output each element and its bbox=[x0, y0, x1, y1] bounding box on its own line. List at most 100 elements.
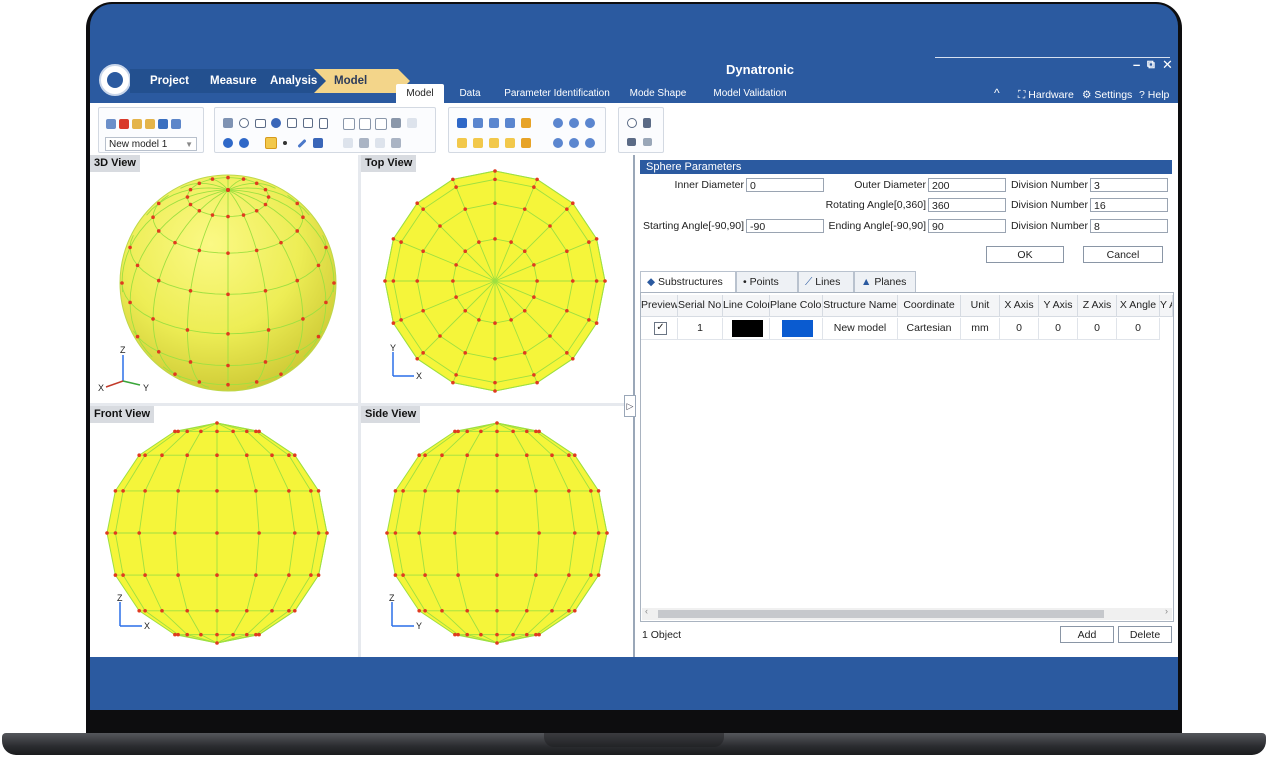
rotate-icon[interactable] bbox=[553, 138, 563, 148]
axes-icon[interactable] bbox=[643, 138, 652, 146]
scroll-thumb[interactable] bbox=[658, 610, 1104, 618]
select-tool-icon[interactable] bbox=[265, 137, 277, 149]
zoom-out-icon[interactable] bbox=[569, 118, 579, 128]
cell-coordinate[interactable]: Cartesian bbox=[898, 318, 961, 340]
import-icon[interactable] bbox=[145, 119, 155, 129]
circle-icon[interactable] bbox=[239, 118, 249, 128]
col-serial[interactable]: Serial No. bbox=[678, 295, 723, 317]
cell-y-axis[interactable]: 0 bbox=[1039, 318, 1078, 340]
tab-data[interactable]: Data bbox=[450, 84, 490, 104]
col-y-angle[interactable]: Y A bbox=[1160, 295, 1173, 317]
tab-lines[interactable]: ⟋ Lines bbox=[798, 271, 854, 292]
point-icon[interactable] bbox=[223, 118, 233, 128]
ending-angle-field[interactable]: 90 bbox=[928, 219, 1006, 233]
preview-checkbox[interactable]: ✓ bbox=[654, 322, 667, 335]
cancel-button[interactable]: Cancel bbox=[1083, 246, 1163, 263]
tab-model-validation[interactable]: Model Validation bbox=[702, 84, 798, 104]
tab-model[interactable]: Model bbox=[396, 84, 444, 104]
tab-points[interactable]: • Points bbox=[736, 271, 798, 292]
scroll-left-icon[interactable]: ‹ bbox=[645, 606, 648, 616]
ok-button[interactable]: OK bbox=[986, 246, 1064, 263]
col-structure-name[interactable]: Structure Name bbox=[823, 295, 898, 317]
model-select[interactable]: New model 1 ▼ bbox=[105, 137, 197, 151]
view-front[interactable]: Z X Front View bbox=[90, 406, 358, 657]
align-icon[interactable] bbox=[343, 118, 355, 130]
target-icon[interactable] bbox=[627, 118, 637, 128]
display-all-icon[interactable] bbox=[521, 138, 531, 148]
hourglass-icon[interactable] bbox=[643, 118, 651, 128]
array-icon[interactable] bbox=[375, 118, 387, 130]
save-icon[interactable] bbox=[158, 119, 168, 129]
col-x-axis[interactable]: X Axis bbox=[1000, 295, 1039, 317]
cell-structure-name[interactable]: New model bbox=[823, 318, 898, 340]
col-z-axis[interactable]: Z Axis bbox=[1078, 295, 1117, 317]
list-icon[interactable] bbox=[627, 138, 636, 146]
division-number-field-2[interactable]: 16 bbox=[1090, 198, 1168, 212]
inner-diameter-field[interactable]: 0 bbox=[746, 178, 824, 192]
cell-preview[interactable]: ✓ bbox=[641, 318, 678, 340]
display-points-icon[interactable] bbox=[457, 138, 467, 148]
tab-substructures[interactable]: ◆ Substructures bbox=[640, 271, 736, 293]
division-number-field-3[interactable]: 8 bbox=[1090, 219, 1168, 233]
cell-x-axis[interactable]: 0 bbox=[1000, 318, 1039, 340]
measure-icon[interactable] bbox=[391, 118, 401, 128]
cone-icon[interactable] bbox=[303, 118, 313, 128]
collapse-ribbon-icon[interactable]: ^ bbox=[994, 86, 1000, 100]
sphere-icon[interactable] bbox=[271, 118, 281, 128]
cell-plane-color[interactable] bbox=[770, 318, 823, 340]
plane-icon[interactable] bbox=[313, 138, 323, 148]
horizontal-scrollbar[interactable]: ‹ › bbox=[642, 606, 1172, 620]
delete-button[interactable]: Delete bbox=[1118, 626, 1172, 643]
help-link[interactable]: ? Help bbox=[1139, 89, 1169, 101]
scroll-right-icon[interactable]: › bbox=[1165, 606, 1168, 616]
hardware-link[interactable]: ⛶ Hardware bbox=[1018, 89, 1074, 102]
rectangle-icon[interactable] bbox=[255, 119, 266, 128]
rotating-angle-field[interactable]: 360 bbox=[928, 198, 1006, 212]
cell-x-angle[interactable]: 0 bbox=[1117, 318, 1160, 340]
zoom-window-icon[interactable] bbox=[569, 138, 579, 148]
line-icon[interactable] bbox=[297, 138, 307, 149]
app-logo[interactable] bbox=[99, 64, 131, 96]
minimize-button[interactable]: – bbox=[1133, 57, 1140, 72]
dot-icon[interactable] bbox=[283, 141, 287, 145]
col-unit[interactable]: Unit bbox=[961, 295, 1000, 317]
tab-mode-shape[interactable]: Mode Shape bbox=[622, 84, 694, 104]
col-coordinate[interactable]: Coordinate bbox=[898, 295, 961, 317]
cube-icon[interactable] bbox=[287, 118, 297, 128]
cell-unit[interactable]: mm bbox=[961, 318, 1000, 340]
display-planes-icon[interactable] bbox=[489, 138, 499, 148]
split-icon[interactable] bbox=[375, 138, 385, 148]
new-file-icon[interactable] bbox=[106, 119, 116, 129]
view-side[interactable]: Z Y Side View bbox=[361, 406, 633, 657]
add-button[interactable]: Add bbox=[1060, 626, 1114, 643]
mirror-icon[interactable] bbox=[359, 118, 371, 130]
col-plane-color[interactable]: Plane Color bbox=[770, 295, 823, 317]
cell-z-axis[interactable]: 0 bbox=[1078, 318, 1117, 340]
grid-icon[interactable] bbox=[359, 138, 369, 148]
outer-diameter-field[interactable]: 200 bbox=[928, 178, 1006, 192]
view-3d-icon[interactable] bbox=[457, 118, 467, 128]
division-number-field-1[interactable]: 3 bbox=[1090, 178, 1168, 192]
view-grid-icon[interactable] bbox=[521, 118, 531, 128]
pan-icon[interactable] bbox=[585, 138, 595, 148]
cylinder-icon[interactable] bbox=[319, 118, 328, 129]
view-top[interactable]: Y X Top View bbox=[361, 155, 633, 403]
zoom-in-icon[interactable] bbox=[553, 118, 563, 128]
tab-planes[interactable]: ▲ Planes bbox=[854, 271, 916, 292]
undo-icon[interactable] bbox=[223, 138, 233, 148]
link-icon[interactable] bbox=[407, 118, 417, 128]
view-top-icon[interactable] bbox=[505, 118, 515, 128]
paint-icon[interactable] bbox=[343, 138, 353, 148]
restore-button[interactable]: ⧉ bbox=[1147, 59, 1155, 72]
copy-icon[interactable] bbox=[171, 119, 181, 129]
delete-icon[interactable] bbox=[119, 119, 129, 129]
col-line-color[interactable]: Line Color bbox=[723, 295, 770, 317]
col-preview[interactable]: Preview bbox=[641, 295, 678, 317]
view-front-icon[interactable] bbox=[473, 118, 483, 128]
redo-icon[interactable] bbox=[239, 138, 249, 148]
display-labels-icon[interactable] bbox=[505, 138, 515, 148]
close-button[interactable]: ✕ bbox=[1162, 57, 1173, 73]
cell-line-color[interactable] bbox=[723, 318, 770, 340]
display-lines-icon[interactable] bbox=[473, 138, 483, 148]
col-x-angle[interactable]: X Angle bbox=[1117, 295, 1160, 317]
